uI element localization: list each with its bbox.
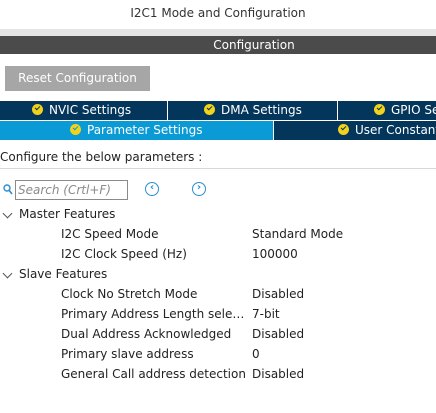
section-divider xyxy=(0,168,436,169)
configuration-header: Configuration xyxy=(0,36,436,54)
param-row[interactable]: Dual Address Acknowledged Disabled xyxy=(0,324,436,344)
settings-tabs-row2: Parameter Settings User Constants xyxy=(0,121,436,140)
search-icon xyxy=(3,184,13,195)
group-slave-features[interactable]: Slave Features xyxy=(0,264,436,284)
param-value[interactable]: Standard Mode xyxy=(252,224,343,244)
arrow-left-circle-icon: ‹ xyxy=(149,182,155,193)
param-name: Clock No Stretch Mode xyxy=(61,287,198,301)
tab-parameter-settings[interactable]: Parameter Settings xyxy=(0,121,273,140)
check-circle-icon xyxy=(374,104,385,115)
tab-label: DMA Settings xyxy=(221,103,302,117)
settings-tabs-row1: NVIC Settings DMA Settings GPIO Settings xyxy=(0,101,436,120)
tab-label: GPIO Settings xyxy=(391,103,436,117)
window-title: I2C1 Mode and Configuration xyxy=(130,6,306,20)
param-name: Dual Address Acknowledged xyxy=(61,327,232,341)
chevron-down-icon[interactable] xyxy=(2,208,13,219)
param-row[interactable]: Clock No Stretch Mode Disabled xyxy=(0,284,436,304)
param-value[interactable]: Disabled xyxy=(252,324,304,344)
param-row[interactable]: Primary Address Length selec... 7-bit xyxy=(0,304,436,324)
tab-label: Parameter Settings xyxy=(87,123,203,137)
param-value[interactable]: Disabled xyxy=(252,364,304,384)
search-next-button[interactable]: › xyxy=(192,182,206,196)
tab-label: NVIC Settings xyxy=(49,103,132,117)
param-row[interactable]: I2C Clock Speed (Hz) 100000 xyxy=(0,244,436,264)
param-name: General Call address detection xyxy=(61,367,246,381)
param-name: I2C Clock Speed (Hz) xyxy=(61,247,187,261)
check-circle-icon xyxy=(32,104,43,115)
param-value[interactable]: Disabled xyxy=(252,284,304,304)
param-name: Primary slave address xyxy=(61,347,194,361)
tab-gpio-settings[interactable]: GPIO Settings xyxy=(338,101,436,120)
check-circle-icon xyxy=(70,124,81,135)
param-value[interactable]: 100000 xyxy=(252,244,298,264)
group-label: Master Features xyxy=(19,207,116,221)
check-circle-icon xyxy=(338,124,349,135)
chevron-down-icon[interactable] xyxy=(2,268,13,279)
param-row[interactable]: General Call address detection Disabled xyxy=(0,364,436,384)
search-input[interactable] xyxy=(15,180,128,200)
search-prev-button[interactable]: ‹ xyxy=(145,182,159,196)
param-value[interactable]: 0 xyxy=(252,344,260,364)
param-row[interactable]: Primary slave address 0 xyxy=(0,344,436,364)
group-master-features[interactable]: Master Features xyxy=(0,204,436,224)
configuration-header-label: Configuration xyxy=(213,38,295,52)
arrow-right-circle-icon: › xyxy=(196,182,202,193)
group-label: Slave Features xyxy=(19,267,108,281)
check-circle-icon xyxy=(204,104,215,115)
param-row[interactable]: I2C Speed Mode Standard Mode xyxy=(0,224,436,244)
tab-label: User Constants xyxy=(355,123,436,137)
tab-nvic-settings[interactable]: NVIC Settings xyxy=(0,101,167,120)
tab-user-constants[interactable]: User Constants xyxy=(274,121,436,140)
configure-instructions: Configure the below parameters : xyxy=(0,150,203,164)
title-divider xyxy=(0,29,436,36)
param-name: I2C Speed Mode xyxy=(61,227,159,241)
tab-dma-settings[interactable]: DMA Settings xyxy=(168,101,337,120)
param-name: Primary Address Length selec... xyxy=(61,307,249,321)
reset-configuration-button[interactable]: Reset Configuration xyxy=(5,66,150,91)
param-value[interactable]: 7-bit xyxy=(252,304,280,324)
